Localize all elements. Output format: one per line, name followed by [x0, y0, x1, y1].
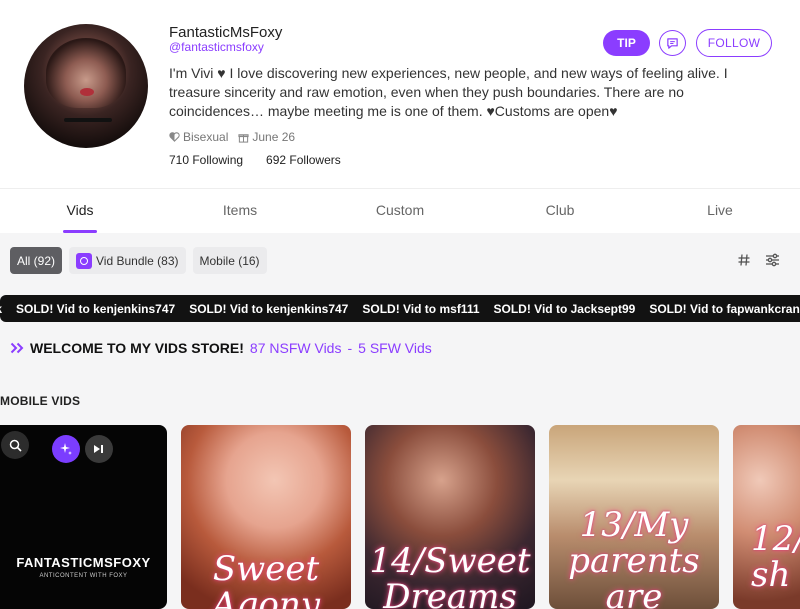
message-icon	[667, 37, 678, 49]
follow-stats: 710 Following 692 Followers	[169, 153, 341, 167]
orientation: Bisexual	[169, 130, 228, 144]
message-button[interactable]	[659, 30, 686, 56]
video-thumbnail[interactable]: 13/My parents are	[549, 425, 719, 609]
filter-vid-bundle[interactable]: Vid Bundle (83)	[69, 247, 186, 274]
profile-meta: Bisexual June 26	[169, 130, 295, 144]
ticker-item: SOLD! Vid to fapwankcrank	[649, 301, 800, 316]
thumbnail-caption: 12/ sh	[751, 519, 800, 595]
filter-all[interactable]: All (92)	[10, 247, 63, 274]
avatar-lips	[80, 88, 94, 96]
orientation-label: Bisexual	[183, 130, 229, 144]
profile-header: FantasticMsFoxy @fantasticmsfoxy I'm Viv…	[0, 0, 800, 188]
heart-half-icon	[169, 132, 180, 142]
profile-name: FantasticMsFoxy	[169, 24, 283, 41]
gift-icon	[238, 133, 249, 143]
sales-ticker: nk SOLD! Vid to kenjenkins747 SOLD! Vid …	[0, 295, 800, 322]
sfw-count[interactable]: 5 SFW Vids	[358, 340, 432, 356]
view-tools	[737, 253, 780, 267]
filter-sliders-icon[interactable]	[765, 253, 780, 267]
birthday: June 26	[238, 130, 295, 144]
video-thumbnail[interactable]: 14/Sweet Dreams	[365, 425, 535, 609]
tab-custom[interactable]: Custom	[320, 189, 480, 233]
ticker-item: SOLD! Vid to kenjenkins747	[16, 301, 176, 316]
bundle-icon	[76, 252, 93, 269]
hashtag-icon[interactable]	[737, 253, 751, 267]
ticker-item: SOLD! Vid to msf111	[362, 301, 480, 316]
thumbnail-logo-sub: ANTICONTENT WITH FOXY	[39, 573, 128, 579]
vids-content: All (92) Vid Bundle (83) Mobile (16) nk …	[0, 233, 800, 609]
profile-handle[interactable]: @fantasticmsfoxy	[169, 40, 264, 54]
tab-club[interactable]: Club	[480, 189, 640, 233]
follow-button[interactable]: FOLLOW	[696, 29, 772, 57]
ticker-track: nk SOLD! Vid to kenjenkins747 SOLD! Vid …	[0, 302, 800, 316]
tip-button[interactable]: TIP	[603, 30, 650, 56]
avatar[interactable]	[24, 24, 148, 148]
tab-items[interactable]: Items	[160, 189, 320, 233]
nsfw-count[interactable]: 87 NSFW Vids	[250, 340, 342, 356]
following-count[interactable]: 710 Following	[169, 153, 243, 167]
ticker-item: nk	[0, 302, 2, 316]
video-thumbnail[interactable]: FANTASTICMSFOXY ANTICONTENT WITH FOXY	[0, 425, 167, 609]
section-title-mobile-vids: MOBILE VIDS	[0, 394, 81, 408]
avatar-face	[46, 38, 126, 108]
filter-mobile[interactable]: Mobile (16)	[192, 247, 267, 274]
birthday-label: June 26	[252, 130, 296, 144]
thumbnail-logo: FANTASTICMSFOXY	[16, 555, 151, 570]
followers-count[interactable]: 692 Followers	[266, 153, 341, 167]
tab-live[interactable]: Live	[640, 189, 800, 233]
thumbnail-caption: 14/Sweet Dreams	[369, 541, 531, 609]
avatar-choker	[64, 118, 112, 122]
welcome-separator: -	[347, 340, 353, 356]
video-thumbnail[interactable]: Sweet Agony	[181, 425, 351, 609]
thumbnail-caption: Sweet Agony	[212, 549, 320, 609]
welcome-title: WELCOME TO MY VIDS STORE!	[30, 340, 244, 356]
sparkle-icon[interactable]	[52, 435, 80, 463]
profile-bio: I'm Vivi ♥ I love discovering new experi…	[169, 65, 728, 119]
tab-vids[interactable]: Vids	[0, 189, 160, 233]
double-chevron-right-icon	[10, 342, 24, 354]
thumbnail-caption: 13/My parents are	[568, 505, 700, 609]
mobile-vids-row: FANTASTICMSFOXY ANTICONTENT WITH FOXY Sw…	[0, 425, 800, 609]
profile-tabs: Vids Items Custom Club Live	[0, 188, 800, 233]
filter-vid-bundle-label: Vid Bundle (83)	[96, 253, 179, 268]
ticker-item: SOLD! Vid to kenjenkins747	[189, 301, 349, 316]
video-thumbnail[interactable]: 12/ sh	[733, 425, 800, 609]
filter-chips: All (92) Vid Bundle (83) Mobile (16)	[10, 247, 267, 274]
search-icon[interactable]	[1, 431, 29, 459]
welcome-banner: WELCOME TO MY VIDS STORE! 87 NSFW Vids -…	[10, 340, 432, 356]
skip-next-icon[interactable]	[85, 435, 113, 463]
ticker-item: SOLD! Vid to Jacksept99	[493, 301, 636, 316]
